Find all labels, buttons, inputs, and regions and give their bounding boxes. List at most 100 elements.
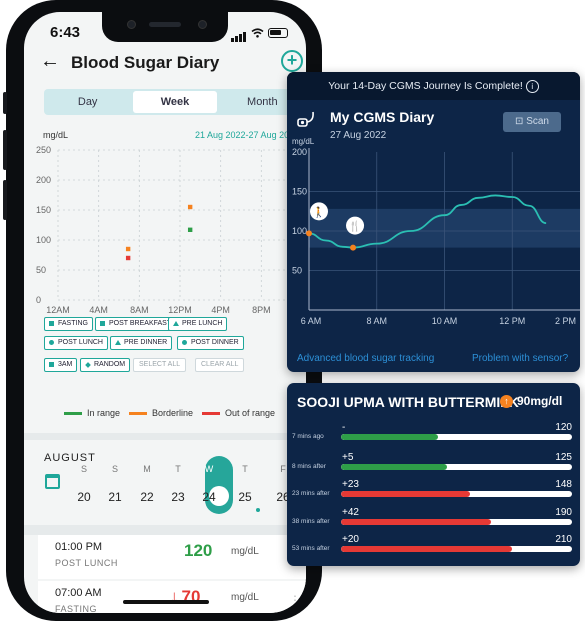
filter-chip-post-breakfast[interactable]: POST BREAKFAST [95, 317, 177, 331]
volume-down-button [3, 180, 7, 220]
cgms-date: 27 Aug 2022 [330, 130, 387, 141]
period-tabs: Day Week Month [44, 89, 306, 115]
x-tick-label: 8AM [130, 305, 149, 315]
calendar-date-21[interactable]: 21 [103, 490, 127, 504]
page-title: Blood Sugar Diary [71, 53, 220, 72]
walking-icon: 🚶 [313, 205, 325, 218]
legend-label: In range [87, 408, 121, 418]
y-tick-label: 200 [292, 147, 307, 157]
event-point [350, 244, 357, 251]
meal-row-value: 148 [555, 479, 572, 490]
x-tick-label: 12 PM [499, 316, 525, 326]
meal-row-delta: +5 [342, 452, 354, 463]
legend-swatch [202, 412, 220, 416]
status-bar: 6:43 [24, 12, 306, 46]
calendar-date-23[interactable]: 23 [166, 490, 190, 504]
reading-value: ↓ 70 [170, 587, 200, 607]
phone-frame: 6:43 ← Blood Sugar Diary + Day Week Mont… [3, 0, 322, 621]
cgms-sensor-icon [297, 111, 314, 127]
meal-row-track [341, 464, 572, 470]
x-tick-label: 12AM [46, 305, 70, 315]
date-range[interactable]: 21 Aug 2022-27 Aug 2022 [195, 130, 299, 140]
y-tick-label: 100 [36, 235, 51, 245]
tab-week[interactable]: Week [133, 91, 217, 113]
calendar-date-25[interactable]: 25 [233, 490, 257, 504]
calendar-date-20[interactable]: 20 [72, 490, 96, 504]
scan-button[interactable]: ⊡ Scan [503, 112, 561, 132]
y-tick-label: 250 [36, 145, 51, 155]
meal-row-time: 53 mins after [292, 545, 330, 552]
y-tick-label: 100 [292, 226, 307, 236]
tab-day[interactable]: Day [46, 91, 129, 113]
speaker-grille [149, 22, 181, 27]
y-tick-label: 50 [292, 266, 302, 276]
reading-time: 01:00 PM [55, 541, 103, 553]
legend-swatch [64, 412, 82, 416]
scan-icon: ⊡ [515, 116, 524, 127]
advanced-tracking-link[interactable]: Advanced blood sugar tracking [297, 353, 434, 364]
legend-label: Out of range [225, 408, 276, 418]
meal-rise-value: 90mg/dl [517, 394, 563, 408]
calendar-date-22[interactable]: 22 [135, 490, 159, 504]
reading-label: POST LUNCH [55, 558, 118, 568]
arrow-left-icon[interactable]: ← [40, 50, 60, 73]
x-tick-label: 2 PM [555, 316, 576, 326]
meal-row-track [341, 491, 572, 497]
reading-row[interactable]: 07:00 AM FASTING ↓ 70 mg/dL ⋮ [38, 581, 306, 613]
home-indicator [123, 600, 209, 604]
y-tick-label: 0 [36, 295, 41, 305]
camera-notch [102, 12, 228, 42]
reading-label: FASTING [55, 604, 98, 613]
meal-row-fill [341, 519, 492, 525]
reading-row[interactable]: 01:00 PMPOST LUNCH120mg/dL⋮ [38, 535, 306, 579]
filter-chip-pre-dinner[interactable]: PRE DINNER [110, 336, 173, 350]
cellular-signal-icon [231, 24, 247, 42]
battery-icon [268, 28, 288, 38]
filter-chip-clear-all[interactable]: CLEAR ALL [195, 358, 245, 372]
filter-chip-post-lunch[interactable]: POST LUNCH [44, 336, 108, 350]
meal-row-delta: +20 [342, 534, 359, 545]
legend-label: Borderline [152, 408, 194, 418]
filter-chip-random[interactable]: RANDOM [80, 358, 131, 372]
status-time: 6:43 [50, 24, 81, 41]
weekday-label: S [111, 464, 118, 474]
reading-time: 07:00 AM [55, 587, 102, 599]
x-tick-label: 6 AM [301, 316, 322, 326]
meal-row-track [341, 519, 572, 525]
volume-up-button [3, 130, 7, 170]
filter-chip-3am[interactable]: 3AM [44, 358, 78, 372]
filter-chip-fasting[interactable]: FASTING [44, 317, 93, 331]
meal-row-fill [341, 434, 439, 440]
weekday-label: W [204, 464, 214, 474]
sensor-problem-link[interactable]: Problem with sensor? [472, 353, 568, 364]
reading-number: 120 [184, 541, 213, 560]
x-tick-label: 12PM [168, 305, 192, 315]
filter-chip-select-all[interactable]: SELECT ALL [133, 358, 187, 372]
wifi-icon [251, 28, 264, 38]
x-tick-label: 4PM [211, 305, 230, 315]
calendar-icon[interactable] [45, 474, 60, 489]
weekday-label: T [242, 464, 248, 474]
section-divider [24, 433, 306, 440]
meal-row-track [341, 434, 572, 440]
reading-value: 120 [184, 541, 212, 561]
y-tick-label: 150 [292, 187, 307, 197]
meal-row-fill [341, 464, 448, 470]
meal-row-time: 23 mins after [292, 490, 330, 497]
x-tick-label: 8PM [252, 305, 271, 315]
event-point [306, 230, 312, 237]
app-bar: ← Blood Sugar Diary + [24, 46, 306, 82]
mute-switch [3, 92, 7, 114]
filter-chip-pre-lunch[interactable]: PRE LUNCH [168, 317, 228, 331]
meal-row-value: 120 [555, 422, 572, 433]
x-tick-label: 4AM [89, 305, 108, 315]
meal-row-value: 125 [555, 452, 572, 463]
calendar-date-24[interactable]: 24 [197, 490, 221, 504]
plus-circle-icon[interactable]: + [281, 50, 303, 72]
more-options-icon[interactable]: ⋮ [289, 593, 301, 607]
legend-out-of-range: Out of range [202, 408, 275, 418]
meal-row-fill [341, 546, 512, 552]
meal-rise-badge: ↑ 90mg/dl [500, 394, 562, 408]
filter-chip-post-dinner[interactable]: POST DINNER [177, 336, 244, 350]
meal-row-time: 8 mins after [292, 463, 326, 470]
